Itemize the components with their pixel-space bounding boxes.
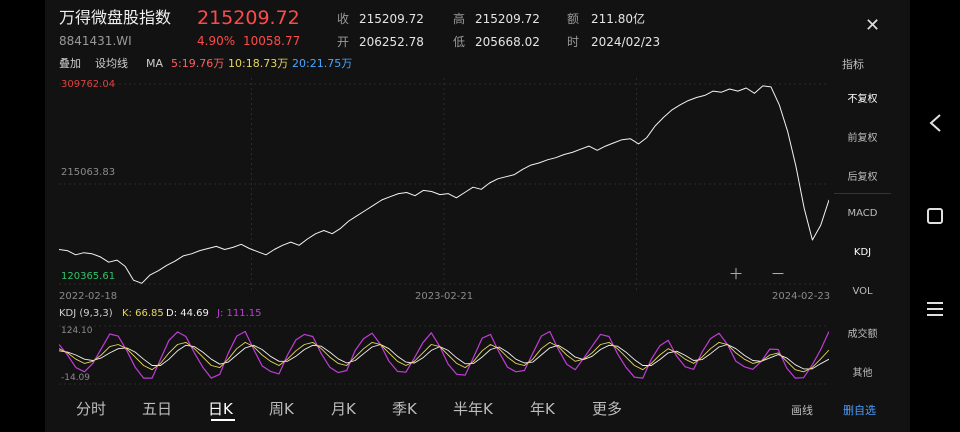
kdj-d-value: D: 44.69 [166, 308, 209, 319]
ma20-value: 20:21.75万 [292, 57, 353, 70]
menu-icon[interactable] [915, 298, 955, 320]
high-value: 215209.72 [475, 12, 540, 26]
close-value: 215209.72 [359, 12, 424, 26]
open-value: 206252.78 [359, 35, 424, 49]
back-icon[interactable] [915, 112, 955, 134]
tab-weekly-k[interactable]: 周K [269, 398, 294, 419]
tab-quarterly-k[interactable]: 季K [392, 398, 417, 419]
tab-half-year-k[interactable]: 半年K [453, 398, 493, 419]
date-start: 2022-02-18 [59, 291, 118, 302]
tab-yearly-k[interactable]: 年K [530, 398, 555, 419]
side-item-backward-adjust[interactable]: 后复权 [830, 168, 895, 183]
tab-monthly-k[interactable]: 月K [331, 398, 356, 419]
price-grid [59, 78, 829, 290]
kdj-series [59, 330, 829, 379]
draw-line-button[interactable]: 画线 [791, 402, 813, 418]
side-divider [834, 193, 891, 194]
date-end: 2024-02-23 [772, 291, 831, 302]
set-ma-button[interactable]: 设均线 [95, 58, 128, 69]
amount-value: 211.80亿 [591, 12, 645, 26]
index-title: 万得微盘股指数 [59, 8, 172, 27]
zoom-in-icon[interactable]: ＋ [726, 264, 746, 284]
period-tabs: 分时 五日 日K 周K 月K 季K 半年K 年K 更多 画线 删自选 [45, 394, 910, 432]
time-value: 2024/02/23 [591, 35, 661, 49]
zoom-out-icon[interactable]: － [768, 264, 788, 284]
stock-app: 万得微盘股指数 8841431.WI 215209.72 4.90% 10058… [45, 0, 910, 432]
kdj-j-value: J: 111.15 [217, 308, 262, 319]
price-mid-label: 215063.83 [61, 167, 116, 178]
high-label: 高 [453, 12, 466, 26]
open-label: 开 [337, 35, 350, 49]
close-icon[interactable]: ✕ [865, 17, 880, 35]
side-panel: 不复权 前复权 后复权 MACD KDJ VOL 成交额 其他 [830, 80, 895, 386]
tab-more[interactable]: 更多 [592, 398, 622, 419]
kdj-k-line [59, 341, 829, 373]
tab-daily-k[interactable]: 日K [208, 398, 233, 419]
side-item-turnover[interactable]: 成交额 [830, 325, 895, 340]
index-code: 8841431.WI [59, 34, 132, 48]
home-icon[interactable] [915, 205, 955, 227]
side-item-kdj[interactable]: KDJ [830, 247, 895, 258]
side-item-forward-adjust[interactable]: 前复权 [830, 129, 895, 144]
amount-label: 额 [567, 12, 580, 26]
side-item-other[interactable]: 其他 [830, 364, 895, 379]
side-item-vol[interactable]: VOL [830, 286, 895, 297]
time-label: 时 [567, 35, 580, 49]
price-min-label: 120365.61 [61, 271, 116, 282]
active-tab-underline [211, 419, 235, 421]
close-label: 收 [337, 12, 350, 26]
tab-five-day[interactable]: 五日 [142, 398, 172, 419]
kdj-k-value: K: 66.85 [122, 308, 164, 319]
tab-intraday[interactable]: 分时 [76, 398, 106, 419]
remove-watchlist-button[interactable]: 删自选 [843, 402, 876, 418]
side-item-no-adjust[interactable]: 不复权 [830, 90, 895, 105]
overlay-button[interactable]: 叠加 [59, 58, 81, 69]
kdj-header: KDJ (9,3,3) [59, 308, 113, 319]
kdj-chart[interactable] [59, 322, 829, 388]
ma-label: MA [146, 57, 164, 70]
price-max-label: 309762.04 [61, 79, 116, 90]
side-item-macd[interactable]: MACD [830, 208, 895, 219]
change-value: 10058.77 [243, 34, 301, 48]
indicator-button[interactable]: 指标 [842, 59, 864, 70]
date-mid: 2023-02-21 [415, 291, 474, 302]
ma5-value: 5:19.76万 [171, 57, 225, 70]
change-percent: 4.90% [197, 34, 236, 48]
kdj-j-line [59, 330, 829, 379]
kdj-top-label: 124.10 [61, 326, 93, 336]
kdj-bottom-label: -14.09 [61, 373, 91, 383]
low-value: 205668.02 [475, 35, 540, 49]
low-label: 低 [453, 35, 466, 49]
current-price: 215209.72 [197, 7, 300, 29]
price-chart[interactable] [59, 78, 829, 290]
ma10-value: 10:18.73万 [228, 57, 289, 70]
